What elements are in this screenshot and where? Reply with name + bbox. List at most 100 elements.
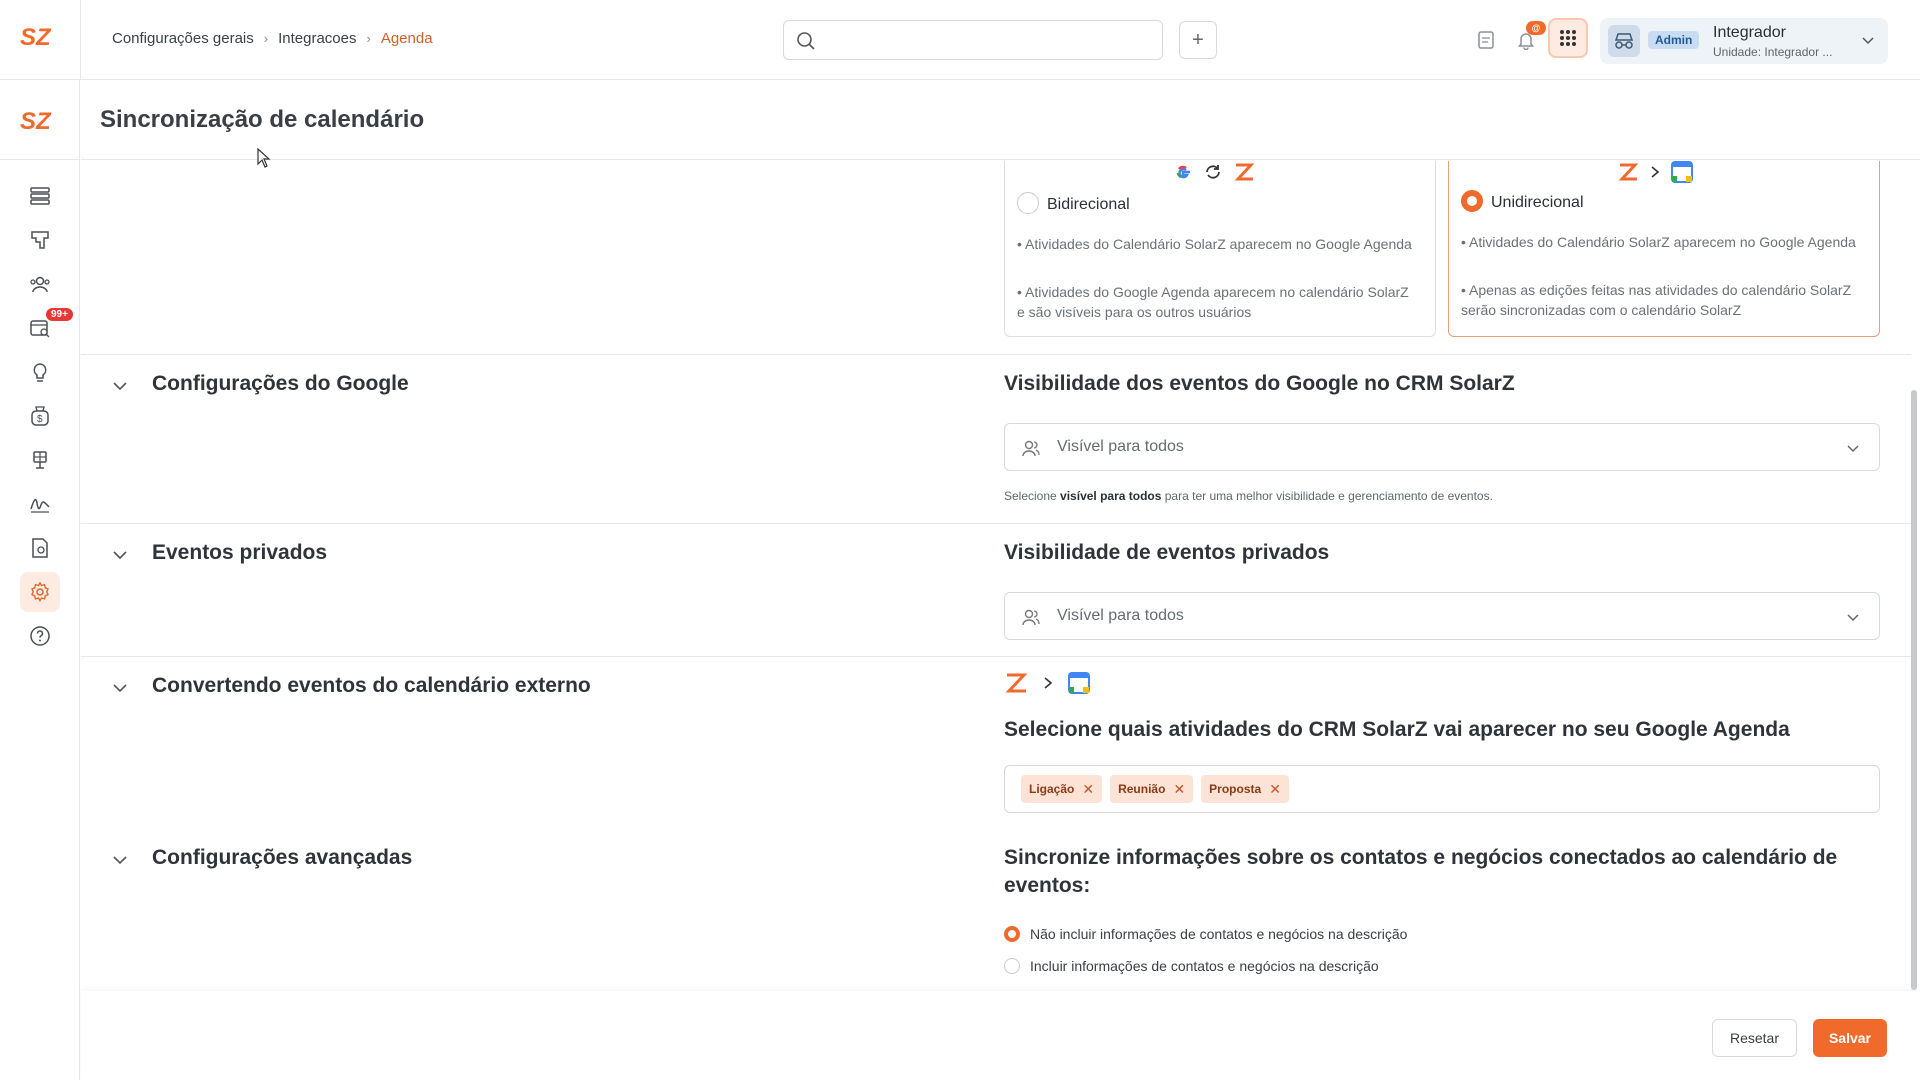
user-unit: Unidade: Integrador ... xyxy=(1713,45,1833,59)
section-divider xyxy=(81,354,1911,355)
search-input[interactable] xyxy=(828,29,1148,51)
close-icon[interactable]: ✕ xyxy=(1269,781,1281,798)
search-box[interactable] xyxy=(783,20,1163,60)
bidirectional-bullet-1: • Atividades do Calendário SolarZ aparec… xyxy=(1017,236,1412,252)
bidirectional-logos xyxy=(1173,161,1255,183)
scrollbar[interactable] xyxy=(1911,390,1917,990)
unidirectional-radio[interactable] xyxy=(1461,190,1483,212)
app-logo[interactable]: SZ xyxy=(20,24,60,56)
google-visibility-value: Visível para todos xyxy=(1057,438,1184,455)
sync-option-bidirectional[interactable]: Bidirecional • Atividades do Calendário … xyxy=(1004,161,1436,337)
chevron-down-icon[interactable] xyxy=(111,851,129,869)
sidebar-item-ideas[interactable] xyxy=(20,352,60,392)
sidebar: SZ 99+ $ xyxy=(0,80,80,1080)
bidirectional-radio[interactable] xyxy=(1017,192,1039,214)
solarz-z-icon xyxy=(1005,673,1028,693)
breadcrumb-item-general[interactable]: Configurações gerais xyxy=(112,30,254,47)
solar-panel-icon xyxy=(33,451,47,469)
tag-proposta: Proposta ✕ xyxy=(1201,775,1289,803)
close-icon[interactable]: ✕ xyxy=(1082,781,1094,798)
conversion-logos xyxy=(1004,672,1090,694)
sidebar-item-finance[interactable]: $ xyxy=(20,396,60,436)
solarz-z-icon xyxy=(1234,163,1255,181)
bidirectional-label: Bidirecional xyxy=(1047,196,1130,213)
calendar-badge: 99+ xyxy=(46,308,73,321)
google-visibility-helper: Selecione visível para todos para ter um… xyxy=(1004,489,1493,503)
users-icon xyxy=(30,276,50,293)
users-icon xyxy=(1022,440,1040,457)
money-bag-icon: $ xyxy=(31,406,49,426)
sidebar-item-list[interactable] xyxy=(20,176,60,216)
google-calendar-icon xyxy=(1068,672,1090,694)
advanced-sync-label: Sincronize informações sobre os contatos… xyxy=(1004,846,1838,897)
breadcrumb-item-agenda: Agenda xyxy=(380,30,433,47)
page-header: Sincronização de calendário xyxy=(81,80,1920,160)
google-visibility-select[interactable]: Visível para todos xyxy=(1004,423,1880,471)
calendar-search-icon xyxy=(30,320,50,338)
sync-arrows-icon xyxy=(1206,165,1220,179)
section-divider xyxy=(81,656,1911,657)
search-icon xyxy=(797,32,815,50)
radio-exclude-info[interactable] xyxy=(1004,926,1020,942)
breadcrumb-item-integrations[interactable]: Integracoes xyxy=(278,30,356,47)
settings-content: Bidirecional • Atividades do Calendário … xyxy=(81,161,1911,991)
chevron-down-icon[interactable] xyxy=(111,546,129,564)
add-button[interactable]: + xyxy=(1179,21,1217,59)
top-divider xyxy=(80,0,81,80)
option-exclude-info-label: Não incluir informações de contatos e ne… xyxy=(1030,926,1408,942)
chevron-right-icon xyxy=(1044,677,1053,689)
chevron-right-icon xyxy=(1651,166,1660,178)
plus-icon: + xyxy=(1192,28,1204,51)
radio-include-info[interactable] xyxy=(1004,958,1020,974)
list-icon xyxy=(30,187,50,205)
tag-reuniao: Reunião ✕ xyxy=(1110,775,1194,803)
sidebar-item-documents[interactable] xyxy=(20,528,60,568)
gear-icon xyxy=(31,581,49,602)
save-button[interactable]: Salvar xyxy=(1813,1019,1887,1057)
sidebar-item-settings[interactable] xyxy=(20,572,60,612)
private-visibility-value: Visível para todos xyxy=(1057,607,1184,624)
grid-icon xyxy=(1560,30,1576,46)
app-logo[interactable]: SZ xyxy=(20,104,56,136)
external-conversion-title[interactable]: Convertendo eventos do calendário extern… xyxy=(152,674,591,698)
activities-select-label: Selecione quais atividades do CRM SolarZ… xyxy=(1004,718,1790,741)
incognito-avatar-icon xyxy=(1608,25,1640,57)
sidebar-item-solar[interactable] xyxy=(20,440,60,480)
chevron-right-icon: › xyxy=(366,31,371,46)
notes-icon[interactable] xyxy=(1474,28,1498,52)
board-icon xyxy=(31,231,49,249)
private-visibility-label: Visibilidade de eventos privados xyxy=(1004,541,1330,564)
svg-text:SZ: SZ xyxy=(20,108,52,135)
reset-button[interactable]: Resetar xyxy=(1712,1019,1797,1057)
unidirectional-bullet-1: • Atividades do Calendário SolarZ aparec… xyxy=(1461,234,1856,250)
sidebar-item-board[interactable] xyxy=(20,220,60,260)
google-settings-title[interactable]: Configurações do Google xyxy=(152,372,409,396)
breadcrumb: Configurações gerais › Integracoes › Age… xyxy=(112,30,433,47)
option-include-info[interactable]: Incluir informações de contatos e negóci… xyxy=(1004,958,1379,974)
sidebar-item-help[interactable] xyxy=(20,616,60,656)
sidebar-item-users[interactable] xyxy=(20,264,60,304)
solarz-z-icon xyxy=(1618,163,1639,181)
advanced-settings-title[interactable]: Configurações avançadas xyxy=(152,846,412,870)
signature-icon xyxy=(30,498,50,513)
role-badge: Admin xyxy=(1648,31,1700,49)
help-icon xyxy=(30,626,50,646)
private-visibility-select[interactable]: Visível para todos xyxy=(1004,592,1880,640)
activity-tags-input[interactable]: Ligação ✕ Reunião ✕ Proposta ✕ xyxy=(1004,765,1880,813)
document-settings-icon xyxy=(32,538,48,558)
sync-option-unidirectional[interactable]: Unidirecional • Atividades do Calendário… xyxy=(1448,161,1880,337)
top-bar: SZ Configurações gerais › Integracoes › … xyxy=(0,0,1920,80)
google-visibility-label: Visibilidade dos eventos do Google no CR… xyxy=(1004,372,1515,395)
chevron-down-icon[interactable] xyxy=(111,679,129,697)
bidirectional-bullet-2: • Atividades do Google Agenda aparecem n… xyxy=(1017,284,1409,320)
private-events-title[interactable]: Eventos privados xyxy=(152,541,327,565)
chevron-down-icon[interactable] xyxy=(111,377,129,395)
apps-grid-button[interactable] xyxy=(1548,18,1588,58)
sidebar-item-signature[interactable] xyxy=(20,484,60,524)
option-exclude-info[interactable]: Não incluir informações de contatos e ne… xyxy=(1004,926,1407,942)
users-icon xyxy=(1022,609,1040,626)
user-menu[interactable]: Admin Integrador Unidade: Integrador ... xyxy=(1600,18,1888,64)
notification-badge: @ xyxy=(1526,21,1546,35)
tag-ligacao: Ligação ✕ xyxy=(1021,775,1103,803)
close-icon[interactable]: ✕ xyxy=(1173,781,1185,798)
